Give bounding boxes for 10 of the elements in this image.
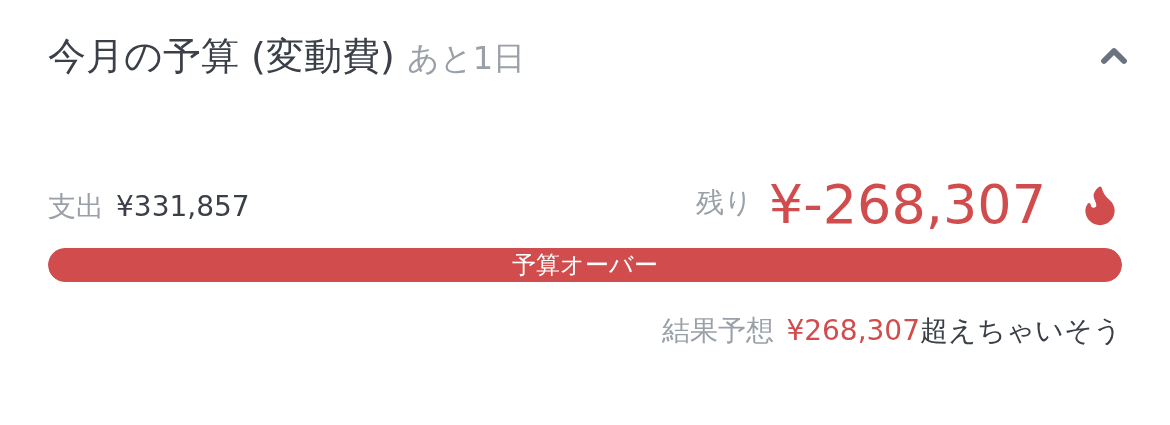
forecast-label: 結果予想 — [662, 313, 775, 349]
card-title: 今月の予算 (変動費) — [48, 32, 395, 80]
days-left: あと1日 — [406, 37, 526, 79]
forecast-text: 超えちゃいそう — [920, 313, 1122, 349]
spent-amount: ¥331,857 — [116, 189, 250, 225]
remaining-amount: ¥-268,307 — [768, 178, 1046, 232]
spent-label: 支出 — [48, 189, 104, 225]
remaining-label: 残り — [695, 185, 753, 221]
progress-label: 予算オーバー — [512, 253, 658, 277]
forecast-amount: ¥268,307 — [786, 313, 920, 349]
